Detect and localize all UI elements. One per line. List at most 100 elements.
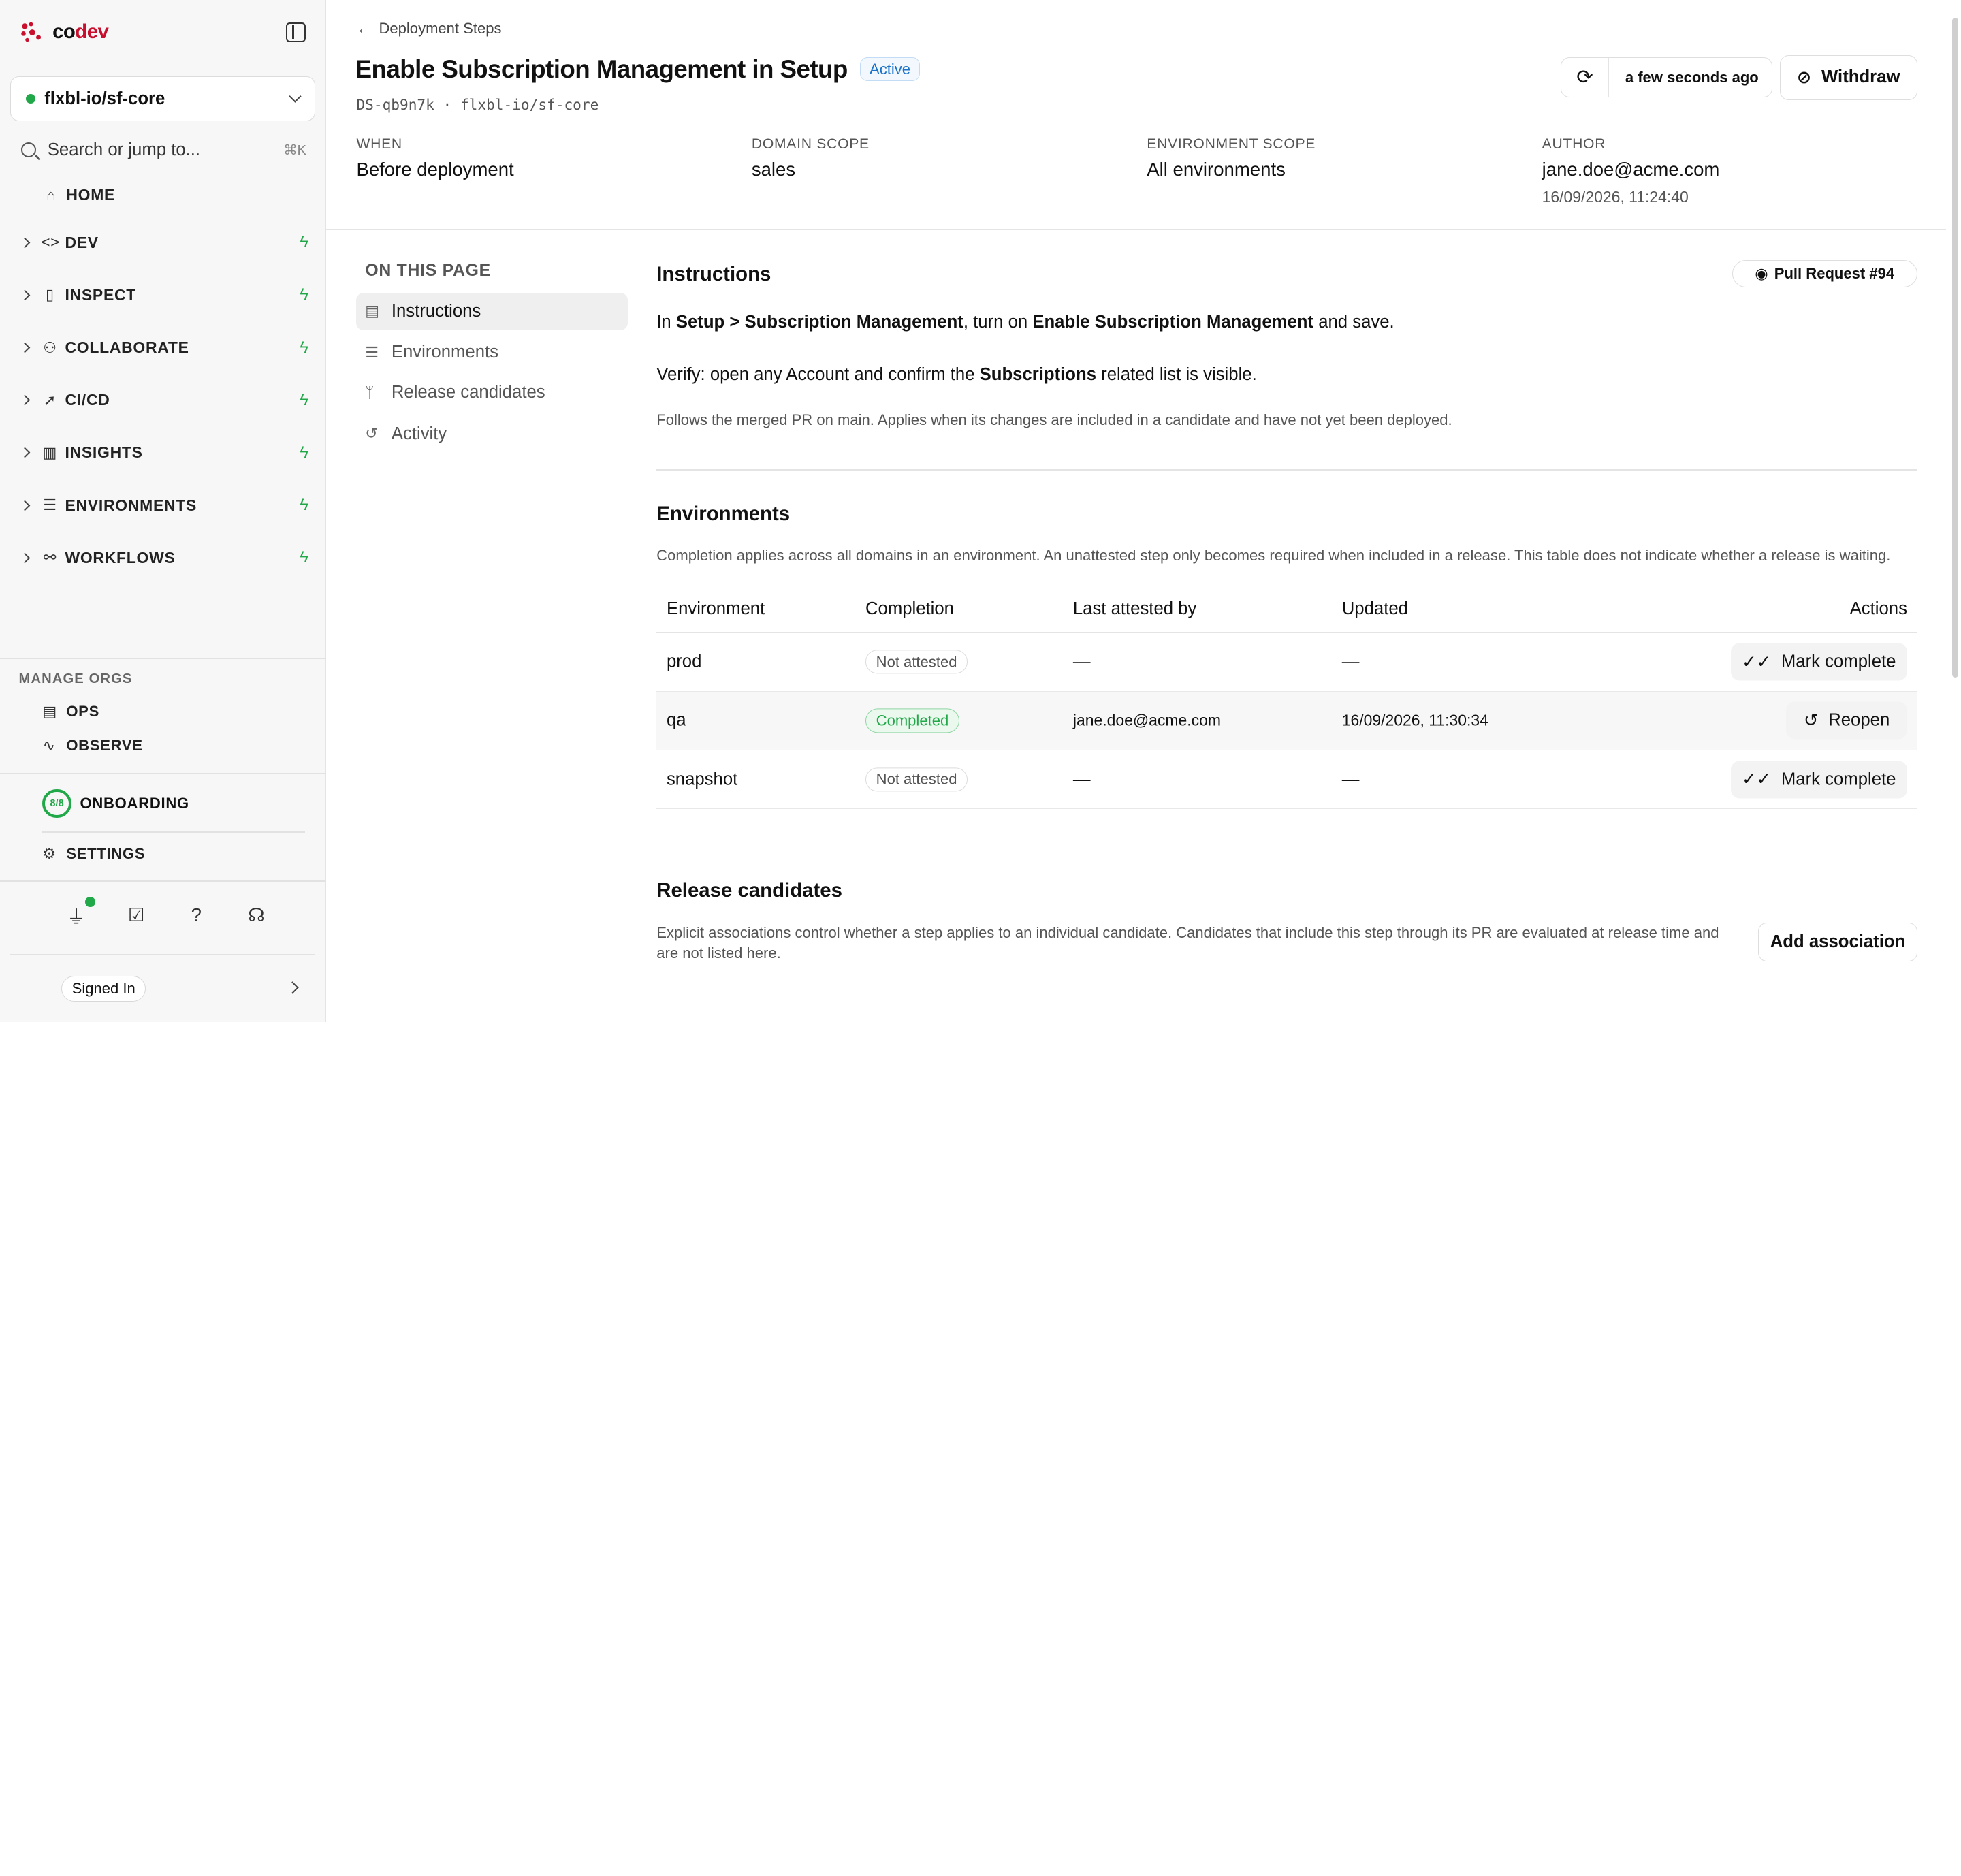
chevron-right-icon[interactable] bbox=[19, 237, 31, 249]
clipboard-check-icon[interactable]: ☑ bbox=[125, 904, 148, 927]
toc-item-release-candidates[interactable]: ᛘ Release candidates bbox=[356, 374, 628, 411]
help-icon[interactable]: ? bbox=[185, 904, 208, 927]
brand-prefix: co bbox=[52, 20, 76, 44]
instruction-line-2: Verify: open any Account and confirm the… bbox=[656, 365, 1256, 385]
action-label: Mark complete bbox=[1781, 769, 1896, 789]
logo[interactable]: codev bbox=[20, 20, 109, 44]
arrow-left-icon: ← bbox=[356, 20, 372, 37]
sidebar-item-cicd[interactable]: ➚ CI/CD ϟ bbox=[0, 385, 326, 415]
org-selector[interactable]: flxbl-io/sf-core bbox=[10, 76, 315, 122]
pull-request-label: Pull Request #94 bbox=[1774, 265, 1895, 283]
env-name: snapshot bbox=[666, 769, 738, 789]
sidebar-item-label: HOME bbox=[66, 186, 116, 204]
sidebar-item-label: INSIGHTS bbox=[65, 443, 143, 462]
clipboard-icon: ▤ bbox=[42, 703, 57, 720]
sidebar-item-ops[interactable]: ▤ OPS bbox=[42, 701, 99, 723]
sidebar-item-label: ONBOARDING bbox=[80, 795, 189, 812]
completion-badge: Completed bbox=[865, 708, 959, 733]
updated-at: — bbox=[1341, 652, 1360, 671]
meta-key: ENVIRONMENT SCOPE bbox=[1147, 136, 1316, 153]
mark-complete-button[interactable]: ✓✓ Mark complete bbox=[1730, 761, 1907, 799]
text-run-bold: Setup > Subscription Management bbox=[675, 313, 963, 332]
meta-key: WHEN bbox=[356, 136, 402, 153]
sidebar-item-insights[interactable]: ▥ INSIGHTS ϟ bbox=[0, 438, 326, 468]
sidebar-item-observe[interactable]: ∿ OBSERVE bbox=[42, 734, 142, 757]
pull-request-chip[interactable]: ◉ Pull Request #94 bbox=[1732, 260, 1917, 288]
mark-complete-button[interactable]: ✓✓ Mark complete bbox=[1730, 643, 1907, 681]
ban-icon: ⊘ bbox=[1796, 67, 1812, 87]
section-title-release-candidates: Release candidates bbox=[656, 879, 842, 902]
withdraw-label: Withdraw bbox=[1821, 67, 1900, 87]
toc-label: Activity bbox=[391, 424, 447, 443]
org-status-dot bbox=[25, 93, 36, 104]
sidebar-collapse-icon[interactable] bbox=[285, 22, 306, 42]
toc-item-instructions[interactable]: ▤ Instructions bbox=[356, 292, 628, 330]
pulse-icon: ∿ bbox=[42, 736, 56, 754]
chevron-right-icon[interactable] bbox=[286, 981, 299, 994]
sidebar-item-dev[interactable]: <> DEV ϟ bbox=[0, 227, 326, 257]
server-icon: ☰ bbox=[43, 496, 57, 514]
chevron-right-icon[interactable] bbox=[19, 342, 31, 353]
sidebar-item-workflows[interactable]: ⚯ WORKFLOWS ϟ bbox=[0, 543, 326, 573]
text-run: , turn on bbox=[963, 313, 1033, 332]
sidebar-item-label: DEV bbox=[65, 233, 99, 251]
refresh-icon[interactable]: ⟳ bbox=[1561, 58, 1609, 97]
bolt-icon: ϟ bbox=[300, 285, 309, 304]
bolt-icon: ϟ bbox=[300, 443, 309, 462]
signed-in-badge[interactable]: Signed In bbox=[61, 975, 146, 1002]
scrollbar[interactable] bbox=[1949, 0, 1961, 1022]
release-candidates-note: Explicit associations control whether a … bbox=[656, 924, 1719, 961]
meta-value: Before deployment bbox=[356, 159, 514, 180]
text-run: Verify: open any Account and confirm the bbox=[656, 365, 980, 385]
toc-item-environments[interactable]: ☰ Environments bbox=[356, 334, 628, 371]
sidebar-item-environments[interactable]: ☰ ENVIRONMENTS ϟ bbox=[0, 490, 326, 520]
toc-item-activity[interactable]: ↺ Activity bbox=[356, 415, 628, 453]
rocket-icon: ➚ bbox=[43, 391, 57, 409]
completion-badge: Not attested bbox=[865, 767, 968, 792]
inspect-icon: ▯ bbox=[46, 286, 54, 304]
instructions-note: Follows the merged PR on main. Applies w… bbox=[656, 411, 1452, 429]
section-divider bbox=[656, 468, 1917, 471]
sidebar-divider bbox=[0, 773, 327, 774]
sidebar-item-inspect[interactable]: ▯ INSPECT ϟ bbox=[0, 280, 326, 310]
sidebar-item-collaborate[interactable]: ⚇ COLLABORATE ϟ bbox=[0, 333, 326, 363]
toc-label: Release candidates bbox=[391, 383, 545, 402]
env-name: prod bbox=[666, 652, 702, 671]
breadcrumb-back[interactable]: ← Deployment Steps bbox=[356, 20, 501, 37]
sidebar-item-settings[interactable]: ⚙ SETTINGS bbox=[42, 843, 145, 865]
attested-by: jane.doe@acme.com bbox=[1072, 711, 1221, 729]
chevron-right-icon[interactable] bbox=[19, 289, 31, 301]
sidebar-item-label: COLLABORATE bbox=[65, 338, 189, 357]
home-icon: ⌂ bbox=[46, 186, 57, 204]
chevron-right-icon[interactable] bbox=[19, 552, 31, 563]
headset-icon[interactable]: ☊ bbox=[245, 904, 268, 927]
refresh-control[interactable]: ⟳ a few seconds ago bbox=[1561, 57, 1772, 98]
text-run-bold: Enable Subscription Management bbox=[1032, 313, 1314, 332]
status-badge: Active bbox=[860, 57, 920, 82]
column-header: Updated bbox=[1341, 599, 1408, 618]
table-row: snapshot Not attested — — ✓✓ Mark comple… bbox=[656, 750, 1917, 810]
sidebar-item-onboarding[interactable]: 8/8 ONBOARDING bbox=[42, 789, 189, 818]
reopen-button[interactable]: ↺ Reopen bbox=[1786, 701, 1907, 740]
chevron-right-icon[interactable] bbox=[19, 447, 31, 458]
section-title-environments: Environments bbox=[656, 503, 791, 526]
attested-by: — bbox=[1072, 769, 1091, 789]
scrollbar-thumb[interactable] bbox=[1952, 17, 1959, 678]
step-id-line: DS-qb9n7k · flxbl-io/sf-core bbox=[356, 96, 599, 114]
chevron-right-icon[interactable] bbox=[19, 394, 31, 406]
sidebar-item-home[interactable]: ⌂ HOME bbox=[0, 180, 326, 210]
org-name: flxbl-io/sf-core bbox=[44, 89, 165, 108]
plug-icon[interactable]: ⏚ bbox=[65, 896, 95, 927]
toc-title: ON THIS PAGE bbox=[365, 261, 491, 280]
toc-label: Environments bbox=[391, 343, 498, 362]
chevron-right-icon[interactable] bbox=[19, 500, 31, 511]
withdraw-button[interactable]: ⊘ Withdraw bbox=[1779, 54, 1917, 100]
section-divider bbox=[656, 845, 1917, 847]
add-association-button[interactable]: Add association bbox=[1758, 923, 1917, 962]
meta-when: WHEN Before deployment bbox=[356, 136, 513, 180]
search-box[interactable]: Search or jump to... ⌘K bbox=[21, 138, 306, 163]
refresh-timestamp: a few seconds ago bbox=[1625, 68, 1759, 86]
column-header: Actions bbox=[1849, 599, 1907, 618]
completion-badge: Not attested bbox=[865, 650, 968, 674]
meta-value: sales bbox=[751, 159, 796, 180]
